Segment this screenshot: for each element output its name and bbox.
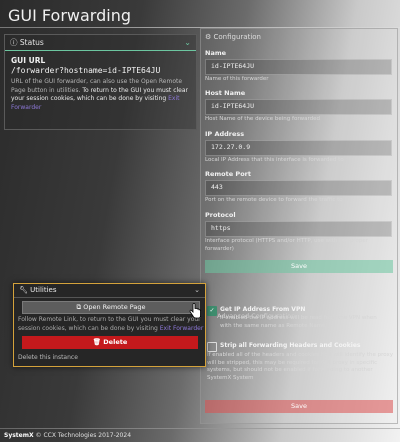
utilities-header[interactable]: 🔧︎ Utilities ⌄ [14,284,205,298]
gui-url-label: GUI URL [11,56,46,65]
strip-headers-checkbox[interactable] [207,342,217,352]
gui-url-description: URL of the GUI forwarder, can also use t… [11,78,196,112]
host-name-input[interactable]: id-IPTE64JU [205,99,392,115]
configuration-header-label: Configuration [213,33,261,41]
ip-address-input[interactable]: 172.27.0.9 [205,140,392,156]
save-advanced-button[interactable]: Save [205,400,393,413]
get-ip-from-vpn-help: If enabled the IP address will be read f… [220,315,377,329]
ip-address-label: IP Address [205,130,245,138]
external-link-icon: ⧉ [76,303,82,311]
page-title: GUI Forwarding [8,6,131,25]
delete-button[interactable]: 🗑︎ Delete [22,336,198,349]
status-header[interactable]: ⓘ Status ⌄ [5,35,196,51]
configuration-header: ⚙ Configuration [205,33,261,41]
exit-forwarder-link[interactable]: Exit Forwarder [160,325,204,332]
remote-port-label: Remote Port [205,170,251,178]
save-button[interactable]: Save [205,260,393,273]
host-name-help: Host Name of the device being forwarded [205,116,320,122]
strip-headers-help: If enabled all of the headers and cookie… [207,352,394,381]
trash-icon: 🗑︎ [92,338,102,346]
status-panel: ⓘ Status ⌄ GUI URL /forwarder?hostname=i… [4,34,197,130]
hand-cursor-icon [189,303,201,319]
utilities-header-label: Utilities [30,286,57,294]
get-ip-from-vpn-checkbox[interactable]: ✓ [207,306,217,316]
protocol-select[interactable]: https [205,221,392,237]
settings-icon: ⚙ [205,33,212,41]
footer-divider [0,428,400,429]
wrench-icon: 🔧︎ [19,286,28,294]
protocol-help: Interface protocol (HTTPS and/or HTTP, u… [205,238,368,252]
configuration-panel: ⚙ Configuration Name id-IPTE64JU Name of… [200,28,398,424]
utilities-description: Follow Remote Link, to return to the GUI… [18,316,204,333]
get-ip-from-vpn-label: Get IP Address From VPN [220,306,306,313]
delete-label: Delete [103,338,128,346]
remote-port-help: Port on the remote device to forward the… [205,197,343,203]
ip-address-help: Local IP Address that this interface is … [205,157,344,163]
name-label: Name [205,49,227,57]
host-name-label: Host Name [205,89,246,97]
footer-copyright: © CCX Technologies 2017-2024 [35,432,132,439]
collapse-icon[interactable]: ⌄ [184,35,191,50]
strip-headers-label: Strip all Forwarding Headers and Cookies [220,342,361,349]
gui-url-value: /forwarder?hostname=id-IPTE64JU [11,66,161,75]
protocol-label: Protocol [205,211,236,219]
footer: SystemX © CCX Technologies 2017-2024 [4,432,131,439]
status-header-label: Status [19,38,44,47]
remote-port-input[interactable]: 443 [205,180,392,196]
name-input[interactable]: id-IPTE64JU [205,59,392,75]
name-help: Name of this forwarder [205,76,269,82]
utilities-panel: 🔧︎ Utilities ⌄ ⧉ Open Remote Page Follow… [13,283,206,367]
collapse-icon[interactable]: ⌄ [194,284,200,297]
footer-brand: SystemX [4,432,34,439]
open-remote-page-label: Open Remote Page [83,303,146,311]
delete-instance-text: Delete this instance [18,354,78,361]
open-remote-page-button[interactable]: ⧉ Open Remote Page [22,301,200,314]
info-icon: ⓘ [10,38,18,47]
